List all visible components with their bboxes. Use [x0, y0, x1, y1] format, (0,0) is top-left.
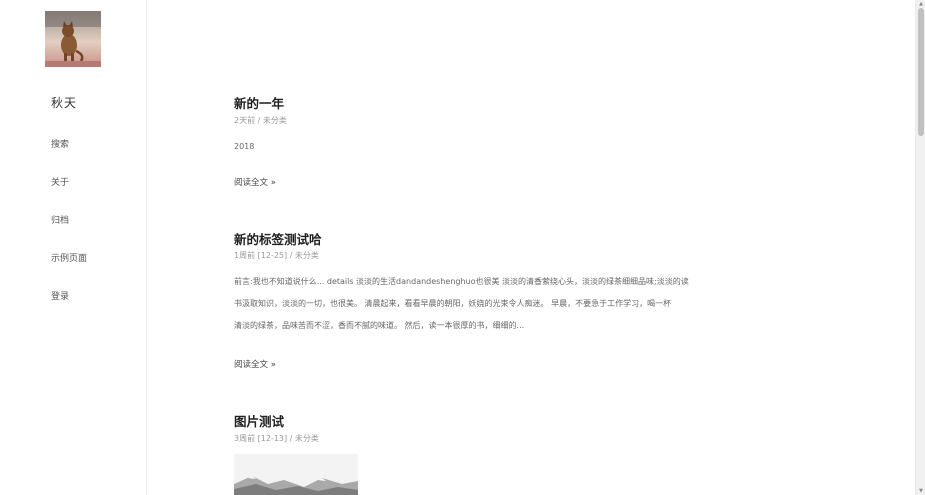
nav-item-search[interactable]: 搜索 [51, 137, 69, 150]
nav-item-about[interactable]: 关于 [51, 175, 69, 188]
scrollbar-thumb[interactable] [918, 8, 924, 136]
avatar-cat-image [45, 11, 101, 67]
site-title[interactable]: 秋天 [51, 94, 77, 111]
sidebar: 秋天 搜索 关于 归档 示例页面 登录 [0, 0, 147, 495]
excerpt-line: 前言:我也不知道说什么... details 淡淡的生活dandandeshen… [234, 277, 689, 286]
vertical-scrollbar[interactable]: ▲ ▼ [915, 0, 925, 495]
avatar[interactable] [45, 11, 101, 67]
read-more-link[interactable]: 阅读全文 » [234, 358, 276, 370]
scroll-down-icon[interactable]: ▼ [918, 488, 924, 494]
mountain-landscape-image [234, 454, 358, 495]
post-excerpt: 2018 [234, 142, 255, 151]
nav-item-login[interactable]: 登录 [51, 289, 69, 302]
post-meta: 3周前 [12-13] / 未分类 [234, 434, 319, 443]
read-more-link[interactable]: 阅读全文 » [234, 176, 276, 188]
post-thumbnail[interactable] [234, 454, 358, 495]
nav-item-archive[interactable]: 归档 [51, 213, 69, 226]
excerpt-line: 清淡的绿茶，品味苦而不涩，香而不腻的味道。 然后，读一本很厚的书，细细的... [234, 321, 525, 330]
post-title[interactable]: 图片测试 [234, 411, 284, 430]
post-title[interactable]: 新的一年 [234, 93, 284, 112]
scroll-up-icon[interactable]: ▲ [918, 1, 924, 7]
post-excerpt: 前言:我也不知道说什么... details 淡淡的生活dandandeshen… [234, 271, 714, 337]
nav-item-sample-page[interactable]: 示例页面 [51, 251, 87, 264]
post-title[interactable]: 新的标签测试哈 [234, 229, 322, 248]
post-meta: 2天前 / 未分类 [234, 116, 287, 125]
excerpt-line: 书汲取知识，淡淡的一切，也很美。 清晨起来，看看早晨的朝阳，妖娆的光束令人痴迷。… [234, 299, 672, 308]
post-meta: 1周前 [12-25] / 未分类 [234, 251, 319, 260]
